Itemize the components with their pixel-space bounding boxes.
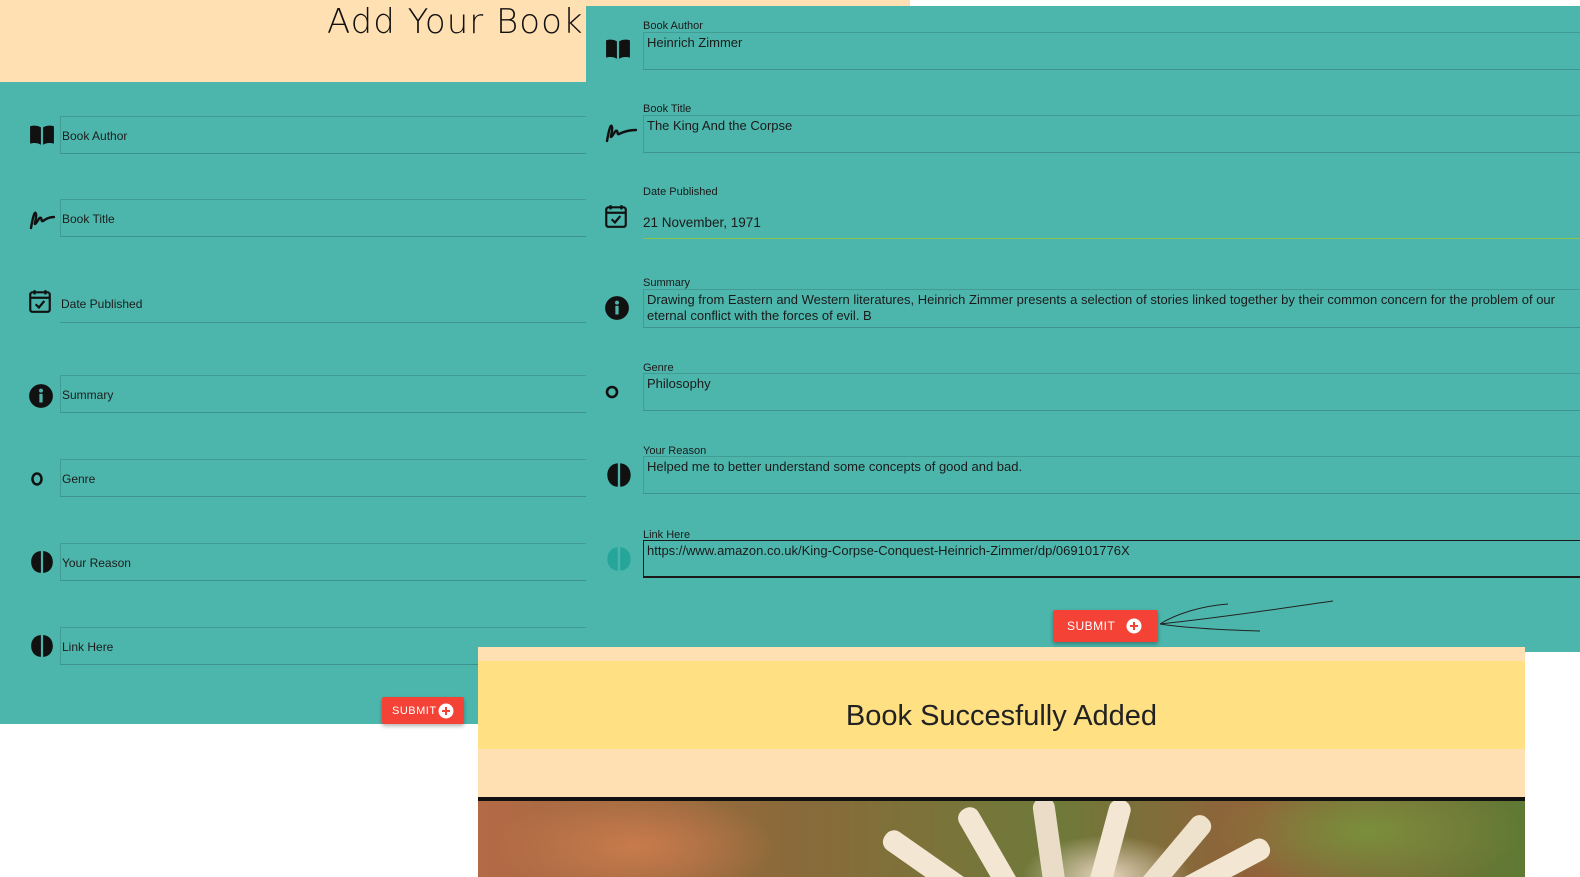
field-value: 21 November, 1971 bbox=[643, 215, 761, 230]
book-title-input[interactable]: The King And the Corpse bbox=[643, 115, 1580, 153]
field-label: Summary bbox=[62, 388, 114, 402]
brain-icon bbox=[29, 633, 55, 659]
date-published-input[interactable]: 21 November, 1971 bbox=[643, 201, 1580, 239]
date-published-label: Date Published bbox=[643, 186, 718, 198]
field-label: Your Reason bbox=[62, 556, 131, 570]
field-value: https://www.amazon.co.uk/King-Corpse-Con… bbox=[647, 543, 1130, 558]
summary-input[interactable]: Drawing from Eastern and Western literat… bbox=[643, 289, 1580, 328]
field-value: Helped me to better understand some conc… bbox=[647, 459, 1023, 474]
book-open-icon bbox=[605, 36, 631, 62]
success-message: Book Succesfully Added bbox=[845, 700, 1158, 732]
annotation-arrow bbox=[1159, 600, 1334, 632]
book-page bbox=[878, 826, 966, 877]
field-value: The King And the Corpse bbox=[647, 118, 793, 133]
your-reason-input[interactable]: Helped me to better understand some conc… bbox=[643, 456, 1580, 494]
summary-field[interactable]: Summary bbox=[60, 375, 586, 413]
link-here-input[interactable]: https://www.amazon.co.uk/King-Corpse-Con… bbox=[643, 540, 1580, 578]
plus-circle-icon bbox=[438, 703, 454, 719]
info-icon bbox=[604, 295, 630, 321]
field-label: Date Published bbox=[61, 297, 143, 311]
field-value: Philosophy bbox=[647, 376, 711, 391]
ring-icon bbox=[30, 472, 44, 486]
right-form-panel: Book Author Heinrich Zimmer Book Title T… bbox=[586, 6, 1580, 652]
success-banner: Book Succesfully Added bbox=[478, 661, 1525, 749]
submit-label: SUBMIT bbox=[1067, 619, 1116, 633]
book-page bbox=[1088, 801, 1133, 877]
info-icon bbox=[28, 383, 54, 409]
book-title-label: Book Title bbox=[643, 103, 692, 115]
submit-button[interactable]: SUBMIT bbox=[382, 697, 464, 724]
signature-icon bbox=[605, 119, 637, 145]
book-author-input[interactable]: Heinrich Zimmer bbox=[643, 32, 1580, 70]
book-open-icon bbox=[29, 122, 55, 148]
submit-label: SUBMIT bbox=[392, 704, 437, 717]
book-title-field[interactable]: Book Title bbox=[60, 199, 586, 237]
brain-icon bbox=[605, 461, 633, 489]
submit-button[interactable]: SUBMIT bbox=[1053, 610, 1158, 642]
signature-icon bbox=[29, 206, 55, 232]
success-panel: Book Succesfully Added bbox=[478, 647, 1525, 877]
book-author-label: Book Author bbox=[643, 20, 703, 32]
field-label: Book Author bbox=[62, 129, 128, 143]
field-value: Heinrich Zimmer bbox=[647, 35, 743, 50]
field-label: Link Here bbox=[62, 640, 114, 654]
left-header: Add Your Book bbox=[0, 0, 586, 82]
book-page bbox=[1031, 801, 1066, 877]
book-page bbox=[954, 803, 1019, 877]
ring-icon bbox=[605, 385, 619, 399]
your-reason-field[interactable]: Your Reason bbox=[60, 543, 586, 581]
plus-circle-icon bbox=[1126, 618, 1142, 634]
brain-icon bbox=[29, 549, 55, 575]
genre-input[interactable]: Philosophy bbox=[643, 373, 1580, 411]
field-label: Book Title bbox=[62, 212, 115, 226]
book-photo bbox=[478, 801, 1525, 877]
genre-field[interactable]: Genre bbox=[60, 459, 586, 497]
calendar-check-icon bbox=[603, 203, 629, 229]
field-label: Genre bbox=[62, 472, 96, 486]
summary-label: Summary bbox=[643, 277, 691, 289]
book-author-field[interactable]: Book Author bbox=[60, 116, 586, 154]
left-form-panel: Book Author Book Title Date Published Su… bbox=[0, 82, 586, 724]
field-value: Drawing from Eastern and Western literat… bbox=[647, 292, 1555, 323]
page-title: Add Your Book bbox=[327, 2, 584, 42]
brain-icon bbox=[605, 545, 633, 573]
date-published-field[interactable]: Date Published bbox=[60, 285, 586, 323]
calendar-check-icon bbox=[27, 288, 53, 314]
